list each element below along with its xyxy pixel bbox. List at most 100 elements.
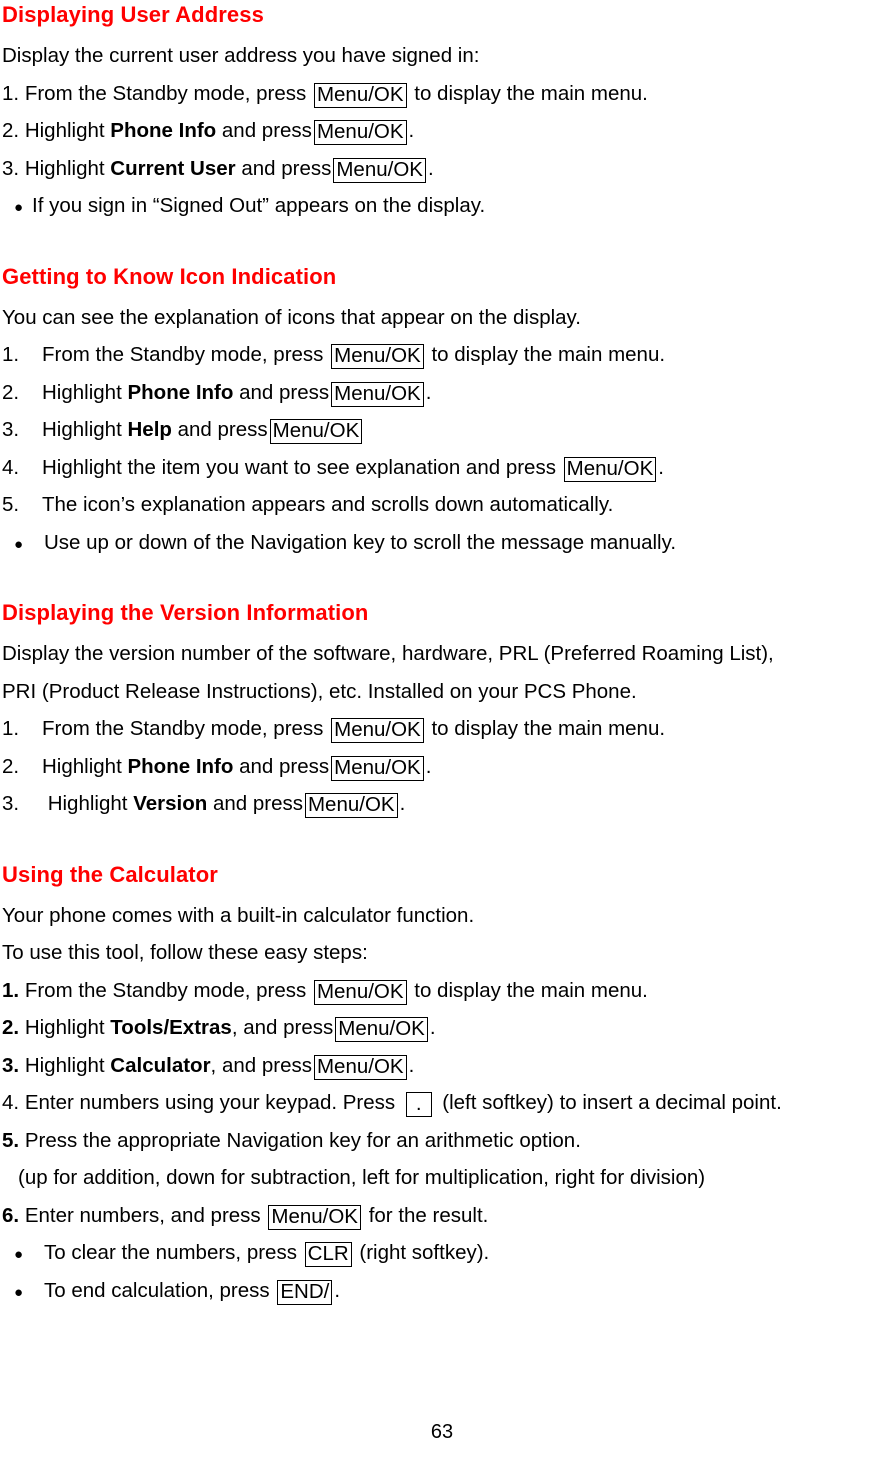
step-marker: 1. xyxy=(2,81,20,105)
step-marker: 2. xyxy=(2,119,20,142)
key-menu-ok[interactable]: Menu/OK xyxy=(313,979,407,1005)
step-marker: 3. xyxy=(2,792,20,815)
step-body: Highlight Phone Info and press Menu/OK. xyxy=(42,374,878,412)
step-text: From the Standby mode, press xyxy=(42,343,324,366)
key-menu-ok[interactable]: Menu/OK xyxy=(331,718,424,744)
step-marker: 1. xyxy=(2,343,20,366)
step-text: Enter numbers using your keypad. Press xyxy=(24,1091,396,1114)
step-text-post: . xyxy=(425,380,432,404)
section4-bullet-2: ● To end calculation, press END/. xyxy=(2,1272,878,1310)
section1-intro: Display the current user address you hav… xyxy=(2,44,480,67)
section2-bullet-1: ● Use up or down of the Navigation key t… xyxy=(2,524,878,562)
step-text: Highlight xyxy=(24,156,105,180)
key-menu-ok[interactable]: Menu/OK xyxy=(563,456,657,482)
section-gap-1 xyxy=(2,225,878,262)
bullet-text-post: (right softkey). xyxy=(359,1241,490,1264)
section4-step-2: 2. Highlight Tools/Extras, and press Menu… xyxy=(2,1009,878,1047)
section3-intro-line-1: Display the version number of the softwa… xyxy=(2,642,774,665)
section3-step-3: 3. Highlight Version and press Menu/OK. xyxy=(2,785,878,823)
section4-intro-line-1: Your phone comes with a built-in calcula… xyxy=(2,903,475,927)
key-menu-ok[interactable]: Menu/OK xyxy=(331,381,424,407)
step-marker: 5. xyxy=(2,1128,20,1152)
key-menu-ok[interactable]: Menu/OK xyxy=(313,120,407,146)
key-menu-ok[interactable]: Menu/OK xyxy=(313,1054,407,1080)
section-heading-displaying-the-version-information: Displaying the Version Information xyxy=(2,600,369,625)
heading-gap xyxy=(2,30,878,37)
menu-item-phone-info: Phone Info xyxy=(127,380,234,404)
key-menu-ok[interactable]: Menu/OK xyxy=(304,793,398,819)
step-marker: 4. xyxy=(2,455,20,479)
step-text: Highlight xyxy=(24,119,105,142)
step-body: From the Standby mode, press Menu/OK to … xyxy=(42,710,878,748)
section1-step-3: 3. Highlight Current User and press Menu/… xyxy=(2,150,878,188)
bullet-text-pre: To clear the numbers, press xyxy=(44,1241,297,1264)
menu-item-tools-extras: Tools/Extras xyxy=(110,1016,232,1039)
key-menu-ok[interactable]: Menu/OK xyxy=(331,344,424,370)
section3-intro-line-2: PRI (Product Release Instructions), etc.… xyxy=(2,679,637,703)
step-body: Highlight Help and press Menu/OK xyxy=(42,411,878,449)
step-body: From the Standby mode, press Menu/OK to … xyxy=(42,336,878,374)
step-marker: 6. xyxy=(2,1203,20,1227)
step-marker: 4. xyxy=(2,1091,20,1114)
step-text-post: . xyxy=(429,1016,436,1039)
bullet-text: To end calculation, press END/. xyxy=(44,1272,878,1310)
key-menu-ok[interactable]: Menu/OK xyxy=(331,755,424,781)
step-text: From the Standby mode, press xyxy=(24,978,307,1002)
section4-step-5-note: (up for addition, down for subtraction, … xyxy=(18,1166,706,1189)
section2-step-2: 2. Highlight Phone Info and press Menu/OK… xyxy=(2,374,878,412)
bullet-text-pre: To end calculation, press xyxy=(44,1278,270,1302)
bullet-text-post: . xyxy=(334,1278,341,1302)
step-text: Highlight xyxy=(42,418,122,441)
bullet-icon: ● xyxy=(14,535,24,553)
step-text-post: to display the main menu. xyxy=(431,343,666,366)
bullet-text: Use up or down of the Navigation key to … xyxy=(44,530,677,554)
section1-bullet-1: ● If you sign in “Signed Out” appears on… xyxy=(2,187,878,225)
step-marker: 3. xyxy=(2,418,20,441)
key-menu-ok[interactable]: Menu/OK xyxy=(335,1017,428,1043)
section4-step-1: 1. From the Standby mode, press Menu/OK … xyxy=(2,972,878,1010)
step-text: Highlight xyxy=(42,754,122,778)
document-page: Displaying User Address Display the curr… xyxy=(0,0,884,1458)
step-text: From the Standby mode, press xyxy=(42,717,324,740)
step-text: Press the appropriate Navigation key for… xyxy=(24,1128,581,1152)
step-body: The icon’s explanation appears and scrol… xyxy=(42,493,614,516)
step-text-mid: and press xyxy=(239,754,330,778)
section4-step-4: 4. Enter numbers using your keypad. Pres… xyxy=(2,1084,878,1122)
step-text-post: . xyxy=(399,792,406,815)
key-decimal-point[interactable]: . xyxy=(405,1092,432,1118)
section-heading-getting-to-know-icon-indication: Getting to Know Icon Indication xyxy=(2,263,337,289)
key-menu-ok[interactable]: Menu/OK xyxy=(333,157,426,183)
step-text-post: . xyxy=(408,119,415,142)
step-text-mid: and press xyxy=(241,156,332,180)
step-text-post: . xyxy=(408,1053,415,1077)
section1-step-2: 2. Highlight Phone Info and press Menu/OK… xyxy=(2,112,878,150)
key-clr[interactable]: CLR xyxy=(304,1242,352,1268)
key-end[interactable]: END/ xyxy=(277,1279,333,1305)
step-text-post: . xyxy=(425,754,432,778)
key-menu-ok[interactable]: Menu/OK xyxy=(313,82,407,108)
step-text: Highlight xyxy=(24,1016,105,1039)
step-text-mid: and press xyxy=(177,418,268,441)
key-menu-ok[interactable]: Menu/OK xyxy=(269,419,363,445)
step-text-mid: and press xyxy=(221,119,312,142)
menu-item-calculator: Calculator xyxy=(110,1053,211,1077)
step-text: Highlight xyxy=(24,1053,105,1077)
menu-item-version: Version xyxy=(133,792,208,815)
step-text-post: . xyxy=(427,156,434,180)
step-marker: 3. xyxy=(2,156,20,180)
heading-gap xyxy=(2,890,878,897)
step-text-post: to display the main menu. xyxy=(414,81,648,105)
step-text-mid: , and press xyxy=(231,1016,334,1039)
step-text-mid: and press xyxy=(239,380,330,404)
section2-step-5: 5. The icon’s explanation appears and sc… xyxy=(2,486,878,524)
section4-step-5: 5. Press the appropriate Navigation key … xyxy=(2,1122,878,1160)
step-marker: 5. xyxy=(2,493,20,516)
menu-item-current-user: Current User xyxy=(110,156,236,180)
step-text-mid: and press xyxy=(212,792,303,815)
bullet-text: To clear the numbers, press CLR (right s… xyxy=(44,1234,878,1272)
step-body: Highlight the item you want to see expla… xyxy=(42,449,878,487)
section3-step-1: 1. From the Standby mode, press Menu/OK … xyxy=(2,710,878,748)
step-marker: 1. xyxy=(2,717,20,740)
section-gap-2 xyxy=(2,561,878,598)
key-menu-ok[interactable]: Menu/OK xyxy=(268,1204,361,1230)
